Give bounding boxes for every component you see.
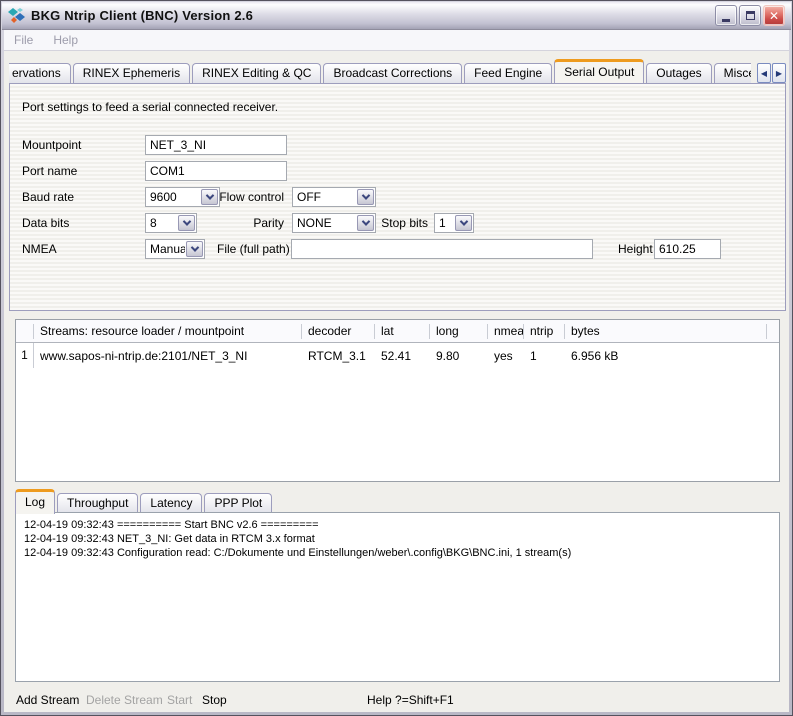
tab-scroll-region: ervations RINEX Ephemeris RINEX Editing … [9, 59, 751, 83]
start-button: Start [167, 692, 192, 708]
stop-bits-select[interactable]: 1 [434, 213, 474, 233]
tab-rinex-editing-qc[interactable]: RINEX Editing & QC [192, 63, 321, 83]
chevron-down-icon [357, 189, 374, 205]
log-line: 12-04-19 09:32:43 ========== Start BNC v… [24, 518, 771, 532]
tab-log[interactable]: Log [15, 489, 55, 514]
tab-scroll-left-button[interactable]: ◀ [757, 63, 771, 83]
cell-lat: 52.41 [375, 349, 430, 363]
panel-description: Port settings to feed a serial connected… [22, 100, 278, 114]
tab-serial-output[interactable]: Serial Output [554, 59, 644, 83]
menu-file[interactable]: File [14, 33, 33, 47]
column-header-nmea[interactable]: nmea [488, 324, 524, 339]
maximize-icon [746, 11, 755, 20]
chevron-down-icon [455, 215, 472, 231]
table-row[interactable]: 1 www.sapos-ni-ntrip.de:2101/NET_3_NI RT… [16, 343, 779, 368]
height-input[interactable] [654, 239, 721, 259]
tab-outages[interactable]: Outages [646, 63, 711, 83]
tab-ppp-plot[interactable]: PPP Plot [204, 493, 272, 513]
row-number: 1 [16, 343, 34, 368]
minimize-icon [722, 19, 730, 22]
output-tab-bar: Log Throughput Latency PPP Plot [15, 488, 274, 513]
action-bar: Add Stream Delete Stream Start Stop Help… [4, 690, 789, 712]
height-label: Height [618, 239, 653, 259]
cell-nmea: yes [488, 349, 524, 363]
minimize-button[interactable] [715, 5, 737, 26]
stop-bits-label: Stop bits [350, 213, 428, 233]
column-header-decoder[interactable]: decoder [302, 324, 375, 339]
row-number-header [16, 324, 34, 339]
tab-rinex-ephemeris[interactable]: RINEX Ephemeris [73, 63, 190, 83]
stop-button[interactable]: Stop [202, 692, 227, 708]
mountpoint-label: Mountpoint [22, 135, 81, 155]
tab-scroll-right-button[interactable]: ▶ [772, 63, 786, 83]
file-path-label: File (full path) [217, 239, 290, 259]
tab-latency[interactable]: Latency [140, 493, 202, 513]
delete-stream-button: Delete Stream [86, 692, 163, 708]
port-name-label: Port name [22, 161, 77, 181]
streams-table-header: Streams: resource loader / mountpoint de… [16, 320, 779, 343]
arrow-left-icon: ◀ [761, 69, 767, 78]
tab-feed-engine[interactable]: Feed Engine [464, 63, 552, 83]
parity-label: Parity [180, 213, 284, 233]
log-panel[interactable]: 12-04-19 09:32:43 ========== Start BNC v… [15, 512, 780, 682]
chevron-down-icon [186, 241, 203, 257]
tab-broadcast-corrections[interactable]: Broadcast Corrections [323, 63, 462, 83]
file-path-input[interactable] [291, 239, 593, 259]
column-header-ntrip[interactable]: ntrip [524, 324, 565, 339]
window-title: BKG Ntrip Client (BNC) Version 2.6 [31, 8, 715, 23]
maximize-button[interactable] [739, 5, 761, 26]
arrow-right-icon: ▶ [776, 69, 782, 78]
column-header-mountpoint[interactable]: Streams: resource loader / mountpoint [34, 324, 302, 339]
main-tab-bar: ervations RINEX Ephemeris RINEX Editing … [9, 58, 786, 83]
flow-control-select[interactable]: OFF [292, 187, 376, 207]
column-header-bytes[interactable]: bytes [565, 324, 767, 339]
column-header-lat[interactable]: lat [375, 324, 430, 339]
cell-decoder: RTCM_3.1 [302, 349, 375, 363]
tab-miscellaneous[interactable]: Miscellaneous [714, 63, 751, 83]
bnc-window: BKG Ntrip Client (BNC) Version 2.6 ✕ Fil… [0, 0, 793, 716]
log-line: 12-04-19 09:32:43 NET_3_NI: Get data in … [24, 532, 771, 546]
cell-mountpoint: www.sapos-ni-ntrip.de:2101/NET_3_NI [34, 349, 302, 363]
title-bar[interactable]: BKG Ntrip Client (BNC) Version 2.6 ✕ [2, 2, 791, 30]
cell-long: 9.80 [430, 349, 488, 363]
port-name-input[interactable] [145, 161, 287, 181]
column-header-long[interactable]: long [430, 324, 488, 339]
cell-bytes: 6.956 kB [565, 349, 767, 363]
flow-control-label: Flow control [180, 187, 284, 207]
add-stream-button[interactable]: Add Stream [16, 692, 79, 708]
serial-output-panel: Port settings to feed a serial connected… [9, 83, 786, 311]
data-bits-label: Data bits [22, 213, 69, 233]
baud-rate-label: Baud rate [22, 187, 74, 207]
menu-bar: File Help [4, 30, 789, 51]
client-area: File Help ervations RINEX Ephemeris RINE… [4, 30, 789, 712]
nmea-label: NMEA [22, 239, 57, 259]
streams-table: Streams: resource loader / mountpoint de… [15, 319, 780, 482]
close-icon: ✕ [769, 9, 779, 23]
mountpoint-input[interactable] [145, 135, 287, 155]
tab-throughput[interactable]: Throughput [57, 493, 138, 513]
tab-observations[interactable]: ervations [9, 63, 71, 83]
menu-help[interactable]: Help [53, 33, 78, 47]
log-line: 12-04-19 09:32:43 Configuration read: C:… [24, 546, 771, 560]
help-shortcut-label: Help ?=Shift+F1 [367, 692, 454, 708]
close-button[interactable]: ✕ [763, 5, 785, 26]
cell-ntrip: 1 [524, 349, 565, 363]
nmea-select[interactable]: Manual [145, 239, 205, 259]
bnc-app-icon [8, 7, 26, 25]
